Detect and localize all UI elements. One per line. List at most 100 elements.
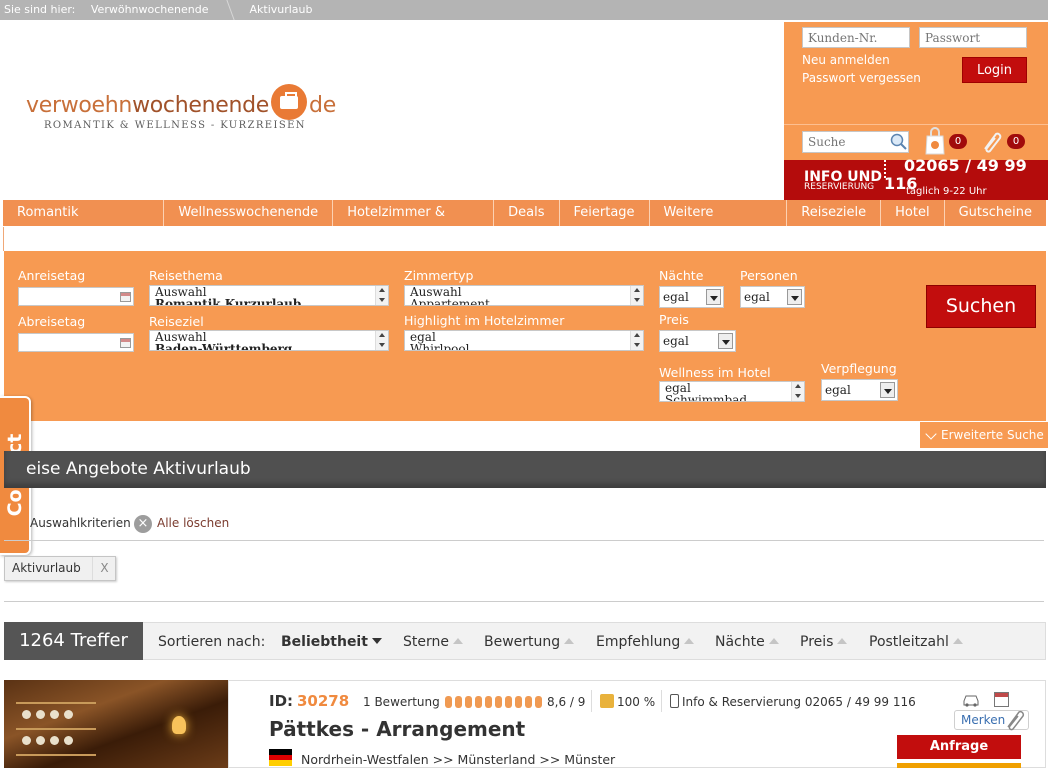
theme-listbox[interactable]: Auswahl Romantik Kurzurlaub [149, 285, 389, 306]
divider [661, 690, 662, 712]
forgot-password-link[interactable]: Passwort vergessen [802, 71, 921, 85]
listing-title[interactable]: Pättkes - Arrangement [269, 717, 525, 741]
extended-search-toggle[interactable]: Erweiterte Suche [920, 422, 1048, 448]
listing-info-phone: Info & Reservierung 02065 / 49 99 116 [682, 695, 916, 709]
divider [591, 690, 592, 712]
sort-arrow-icon [371, 638, 382, 644]
nights-select[interactable]: egal [659, 286, 724, 308]
review-count[interactable]: 1 Bewertung [363, 695, 440, 709]
nav-romantik-kurzurlaub[interactable]: Romantik Kurzurlaub [3, 200, 165, 246]
sort-option-bewertung[interactable]: Bewertung [484, 634, 575, 650]
calendar-icon[interactable] [120, 292, 131, 302]
board-select[interactable]: egal [821, 379, 898, 401]
sort-option-postleitzahl[interactable]: Postleitzahl [869, 634, 963, 650]
sort-option-label: Preis [800, 634, 834, 650]
divider [784, 124, 1048, 125]
nav-hotelzimmer-suite[interactable]: Hotelzimmer & Suite [333, 200, 495, 246]
bookmark-count-badge: 0 [1007, 134, 1025, 149]
wellness-listbox[interactable]: egal Schwimmbad [659, 381, 805, 402]
logo-text-2: wochenende [132, 93, 270, 118]
rating-dot [505, 696, 512, 708]
sort-arrow-icon [564, 638, 575, 644]
price-value: egal [663, 334, 689, 348]
room-type-label: Zimmertyp [404, 268, 474, 283]
sort-option-sterne[interactable]: Sterne [403, 634, 463, 650]
nav-wellnesswochenende[interactable]: Wellnesswochenende [164, 200, 334, 226]
calendar-icon[interactable] [994, 692, 1009, 707]
main-navigation: Romantik Kurzurlaub Wellnesswochenende H… [3, 200, 1046, 246]
bookmark-button[interactable]: Merken [954, 710, 1029, 731]
price-select[interactable]: egal [659, 330, 736, 352]
car-icon[interactable] [962, 693, 980, 707]
scrollbar[interactable] [630, 331, 643, 350]
germany-flag-icon [269, 749, 292, 766]
sort-arrow-icon [837, 638, 848, 644]
room-type-option[interactable]: Appartement [410, 298, 643, 305]
arrival-date-input[interactable] [18, 287, 134, 306]
rating-value: 8,6 / 9 [547, 695, 586, 709]
scrollbar[interactable] [791, 382, 804, 401]
breadcrumb: Sie sind hier: Verwöhnwochenende Aktivurl… [0, 0, 1048, 20]
sort-option-label: Bewertung [484, 634, 561, 650]
secondary-button[interactable] [897, 763, 1021, 768]
rating-dot [495, 696, 502, 708]
wellness-label: Wellness im Hotel [659, 365, 771, 380]
destination-option[interactable]: Baden-Württemberg [155, 343, 388, 350]
register-link[interactable]: Neu anmelden [802, 53, 890, 67]
scrollbar[interactable] [375, 286, 388, 305]
highlight-option[interactable]: Whirlpool [410, 343, 643, 350]
scrollbar[interactable] [630, 286, 643, 305]
room-type-listbox[interactable]: Auswahl Appartement [404, 285, 644, 306]
suitcase-icon [271, 84, 308, 120]
chevron-down-icon[interactable] [718, 333, 733, 349]
nav-deals[interactable]: Deals [494, 200, 560, 226]
sort-option-label: Postleitzahl [869, 634, 949, 650]
sort-option-label: Empfehlung [596, 634, 681, 650]
nav-reiseziele[interactable]: Reiseziele [787, 200, 882, 226]
sort-option-beliebtheit[interactable]: Beliebtheit [281, 634, 382, 650]
clear-filters-link[interactable]: Alle löschen [157, 516, 229, 530]
destination-listbox[interactable]: Auswahl Baden-Württemberg [149, 330, 389, 351]
sort-option-empfehlung[interactable]: Empfehlung [596, 634, 695, 650]
nav-weitere-kurztrips[interactable]: Weitere Kurztrips [649, 200, 788, 246]
persons-select[interactable]: egal [740, 286, 805, 308]
filter-chip-remove-button[interactable]: X [92, 557, 116, 580]
bookmark-label: Merken [961, 713, 1006, 727]
request-button[interactable]: Anfrage [897, 735, 1021, 759]
nav-gutscheine[interactable]: Gutscheine [944, 200, 1046, 226]
sort-option-naechte[interactable]: Nächte [715, 634, 779, 650]
search-icon[interactable] [890, 133, 907, 150]
calendar-icon[interactable] [120, 338, 131, 348]
breadcrumb-item-verwoehnwochenende[interactable]: Verwöhnwochenende [91, 3, 209, 16]
breadcrumb-item-aktivurlaub[interactable]: Aktivurlaub [249, 3, 312, 16]
chevron-down-icon[interactable] [706, 289, 721, 305]
clear-filters-icon[interactable]: × [134, 515, 152, 533]
recommendation-percent: 100 % [617, 695, 656, 709]
listing-location[interactable]: Nordrhein-Westfalen >> Münsterland >> Mü… [301, 752, 615, 767]
arrival-label: Anreisetag [18, 268, 86, 283]
password-input[interactable] [919, 27, 1027, 48]
chevron-down-icon[interactable] [880, 382, 895, 398]
logo-text-1: verwoehn [26, 93, 133, 118]
listing-photo[interactable] [4, 680, 228, 768]
search-submit-button[interactable]: Suchen [926, 285, 1036, 328]
theme-option[interactable]: Romantik Kurzurlaub [155, 298, 388, 305]
nights-label: Nächte [659, 268, 704, 283]
nav-feiertage[interactable]: Feiertage [559, 200, 650, 226]
chevron-down-icon[interactable] [787, 289, 802, 305]
sort-option-preis[interactable]: Preis [800, 634, 848, 650]
login-button[interactable]: Login [962, 57, 1027, 83]
site-logo[interactable]: verwoehnwochenende de ROMANTIK & WELLNESS… [26, 84, 336, 131]
nav-hotel[interactable]: Hotel [881, 200, 945, 226]
scrollbar[interactable] [375, 331, 388, 350]
highlight-listbox[interactable]: egal Whirlpool [404, 330, 644, 351]
departure-date-input[interactable] [18, 333, 134, 352]
thumbs-up-icon [600, 694, 614, 708]
paperclip-icon[interactable] [981, 129, 1003, 153]
bag-icon[interactable] [924, 127, 946, 155]
wellness-option[interactable]: Schwimmbad [665, 394, 804, 401]
customer-number-input[interactable] [802, 27, 910, 48]
destination-label: Reiseziel [149, 314, 204, 329]
filter-chip: Aktivurlaub X [4, 556, 116, 581]
sort-option-label: Beliebtheit [281, 634, 368, 650]
